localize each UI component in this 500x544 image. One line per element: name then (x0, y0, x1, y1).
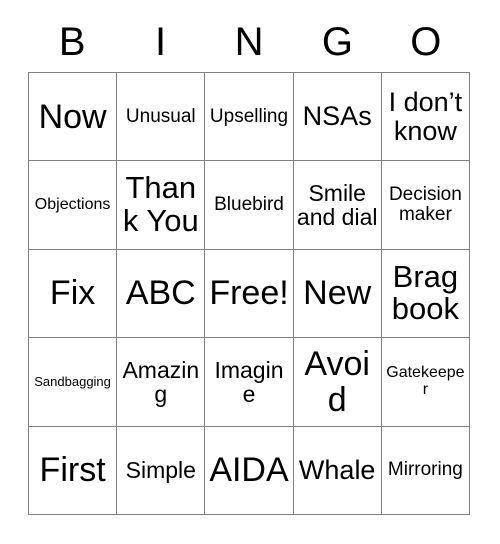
bingo-cell[interactable]: Simple (117, 426, 206, 515)
bingo-cell[interactable]: NSAs (293, 73, 382, 162)
bingo-cell-label: NSAs (302, 101, 372, 132)
bingo-cell[interactable]: Sandbagging (29, 338, 118, 427)
bingo-grid: Now Unusual Upselling NSAs I don’t know Objec… (28, 72, 470, 515)
bingo-cell-label: Avoid (304, 344, 370, 419)
bingo-header-letter-b: B (58, 20, 86, 64)
bingo-cell-label: AIDA (209, 451, 289, 490)
bingo-cell[interactable]: Whale (293, 426, 382, 515)
bingo-cell[interactable]: Decision maker (381, 161, 470, 250)
bingo-cell-label: Brag book (391, 258, 459, 327)
bingo-cell[interactable]: Bluebird (205, 161, 294, 250)
bingo-cell[interactable]: Imagine (205, 338, 294, 427)
bingo-cell[interactable]: Upselling (205, 73, 294, 162)
bingo-cell-label: Amazing (122, 356, 200, 407)
bingo-cell[interactable]: Gatekeeper (381, 338, 470, 427)
bingo-cell-label: Smile and dial (296, 179, 378, 231)
bingo-header-letter-o: O (410, 20, 442, 64)
bingo-card: B I N G O Now Unusual Upselling NSAs I don’t… (0, 0, 500, 544)
bingo-cell[interactable]: Free! (205, 249, 294, 339)
bingo-cell[interactable]: AIDA (205, 426, 294, 515)
bingo-cell-label: Free! (209, 274, 289, 313)
bingo-cell-label: Objections (34, 195, 111, 213)
bingo-cell-label: First (39, 451, 106, 490)
bingo-cell-label: Whale (298, 454, 376, 485)
bingo-cell[interactable]: Mirroring (381, 426, 470, 515)
bingo-cell-label: Fix (49, 274, 96, 313)
bingo-header-letter-n: N (234, 20, 264, 64)
bingo-cell[interactable]: Objections (29, 161, 118, 250)
bingo-cell-label: New (303, 274, 372, 313)
bingo-cell-label: Simple (125, 457, 196, 484)
bingo-cell[interactable]: ABC (117, 249, 206, 339)
bingo-cell-label: Gatekeeper (386, 363, 465, 398)
bingo-cell[interactable]: Now (29, 73, 118, 162)
bingo-cell[interactable]: Avoid (293, 338, 382, 427)
bingo-cell[interactable]: Brag book (381, 249, 470, 339)
bingo-cell-label: ABC (125, 274, 196, 313)
bingo-cell-label: Decision maker (388, 183, 462, 226)
bingo-cell[interactable]: Smile and dial (293, 161, 382, 250)
bingo-cell-label: Imagine (214, 356, 284, 407)
bingo-cell[interactable]: First (29, 426, 118, 515)
bingo-cell[interactable]: Amazing (117, 338, 206, 427)
bingo-header-letter-i: I (155, 20, 167, 64)
bingo-cell[interactable]: New (293, 249, 382, 339)
bingo-cell-label: Mirroring (387, 459, 463, 481)
bingo-cell[interactable]: Fix (29, 249, 118, 339)
bingo-cell-label: Bluebird (214, 194, 284, 216)
bingo-cell-label: I don’t know (388, 87, 463, 146)
bingo-cell-label: Thank You (122, 170, 199, 239)
bingo-cell-label: Now (38, 97, 107, 136)
bingo-cell-label: Sandbagging (34, 374, 111, 389)
bingo-header-letter-g: G (321, 20, 353, 64)
bingo-cell-label: Upselling (209, 105, 289, 127)
bingo-cell[interactable]: Thank You (117, 161, 206, 250)
bingo-cell[interactable]: I don’t know (381, 73, 470, 162)
bingo-header-row: B I N G O (28, 14, 470, 70)
bingo-cell-label: Unusual (125, 105, 196, 127)
bingo-cell[interactable]: Unusual (117, 73, 206, 162)
